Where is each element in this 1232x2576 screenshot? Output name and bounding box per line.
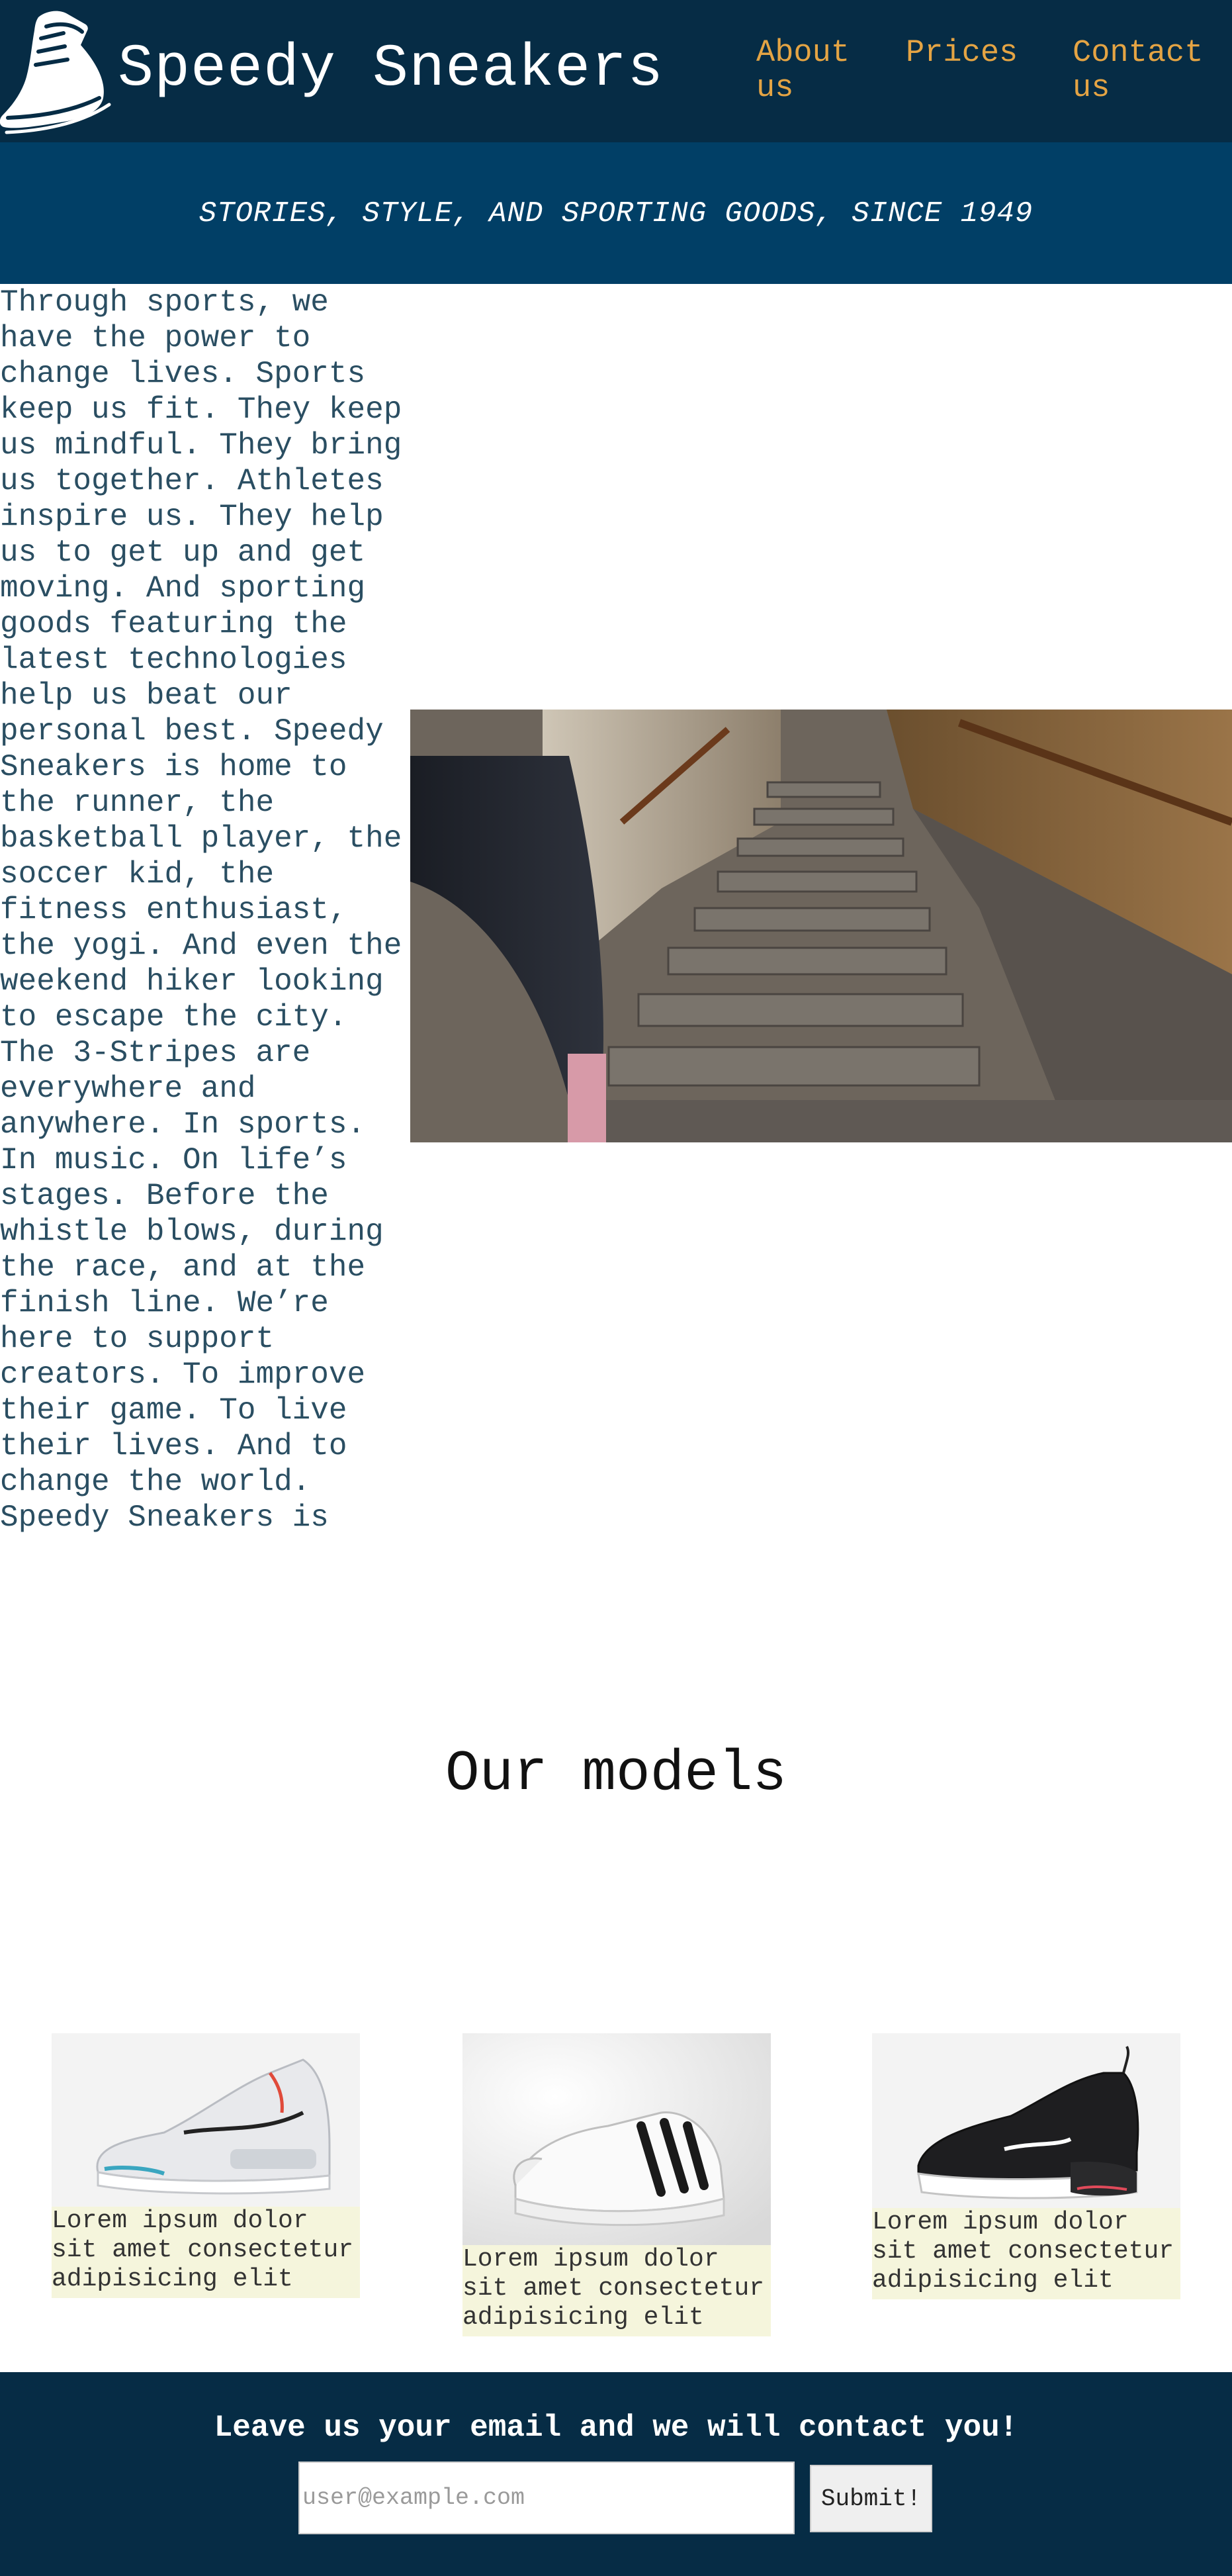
contact-footer: Leave us your email and we will contact … — [0, 2372, 1232, 2576]
model-card[interactable]: Lorem ipsum dolor sit amet consectetur a… — [52, 2033, 360, 2298]
nav-prices[interactable]: Prices — [906, 36, 1018, 71]
white-air-max-sneaker-photo — [52, 2033, 360, 2207]
model-card-caption: Lorem ipsum dolor sit amet consectetur a… — [462, 2245, 771, 2336]
site-header: Speedy Sneakers About us Prices Contact … — [0, 0, 1232, 142]
tagline-text: STORIES, STYLE, AND SPORTING GOODS, SINC… — [198, 197, 1034, 230]
models-section-title: Our models — [445, 1741, 787, 1806]
submit-button[interactable]: Submit! — [810, 2465, 932, 2532]
white-superstar-sneaker-photo — [462, 2033, 771, 2245]
model-card-caption: Lorem ipsum dolor sit amet consectetur a… — [52, 2207, 360, 2298]
hero-image — [410, 710, 1232, 1142]
stone-staircase-runner-photo — [410, 710, 1232, 1142]
email-input[interactable] — [298, 2461, 795, 2534]
black-air-max-270-sneaker-photo — [872, 2033, 1180, 2208]
nav-about-us[interactable]: About us — [756, 36, 862, 106]
tagline-banner: STORIES, STYLE, AND SPORTING GOODS, SINC… — [0, 142, 1232, 284]
brand-name: Speedy Sneakers — [118, 36, 664, 103]
contact-heading: Leave us your email and we will contact … — [214, 2411, 1018, 2445]
running-shoe-icon[interactable] — [0, 5, 112, 134]
model-card[interactable]: Lorem ipsum dolor sit amet consectetur a… — [872, 2033, 1180, 2299]
about-article-text: Through sports, we have the power to cha… — [0, 285, 402, 1535]
nav-contact-us[interactable]: Contact us — [1073, 36, 1225, 106]
model-card-caption: Lorem ipsum dolor sit amet consectetur a… — [872, 2208, 1180, 2299]
model-card[interactable]: Lorem ipsum dolor sit amet consectetur a… — [462, 2033, 771, 2336]
